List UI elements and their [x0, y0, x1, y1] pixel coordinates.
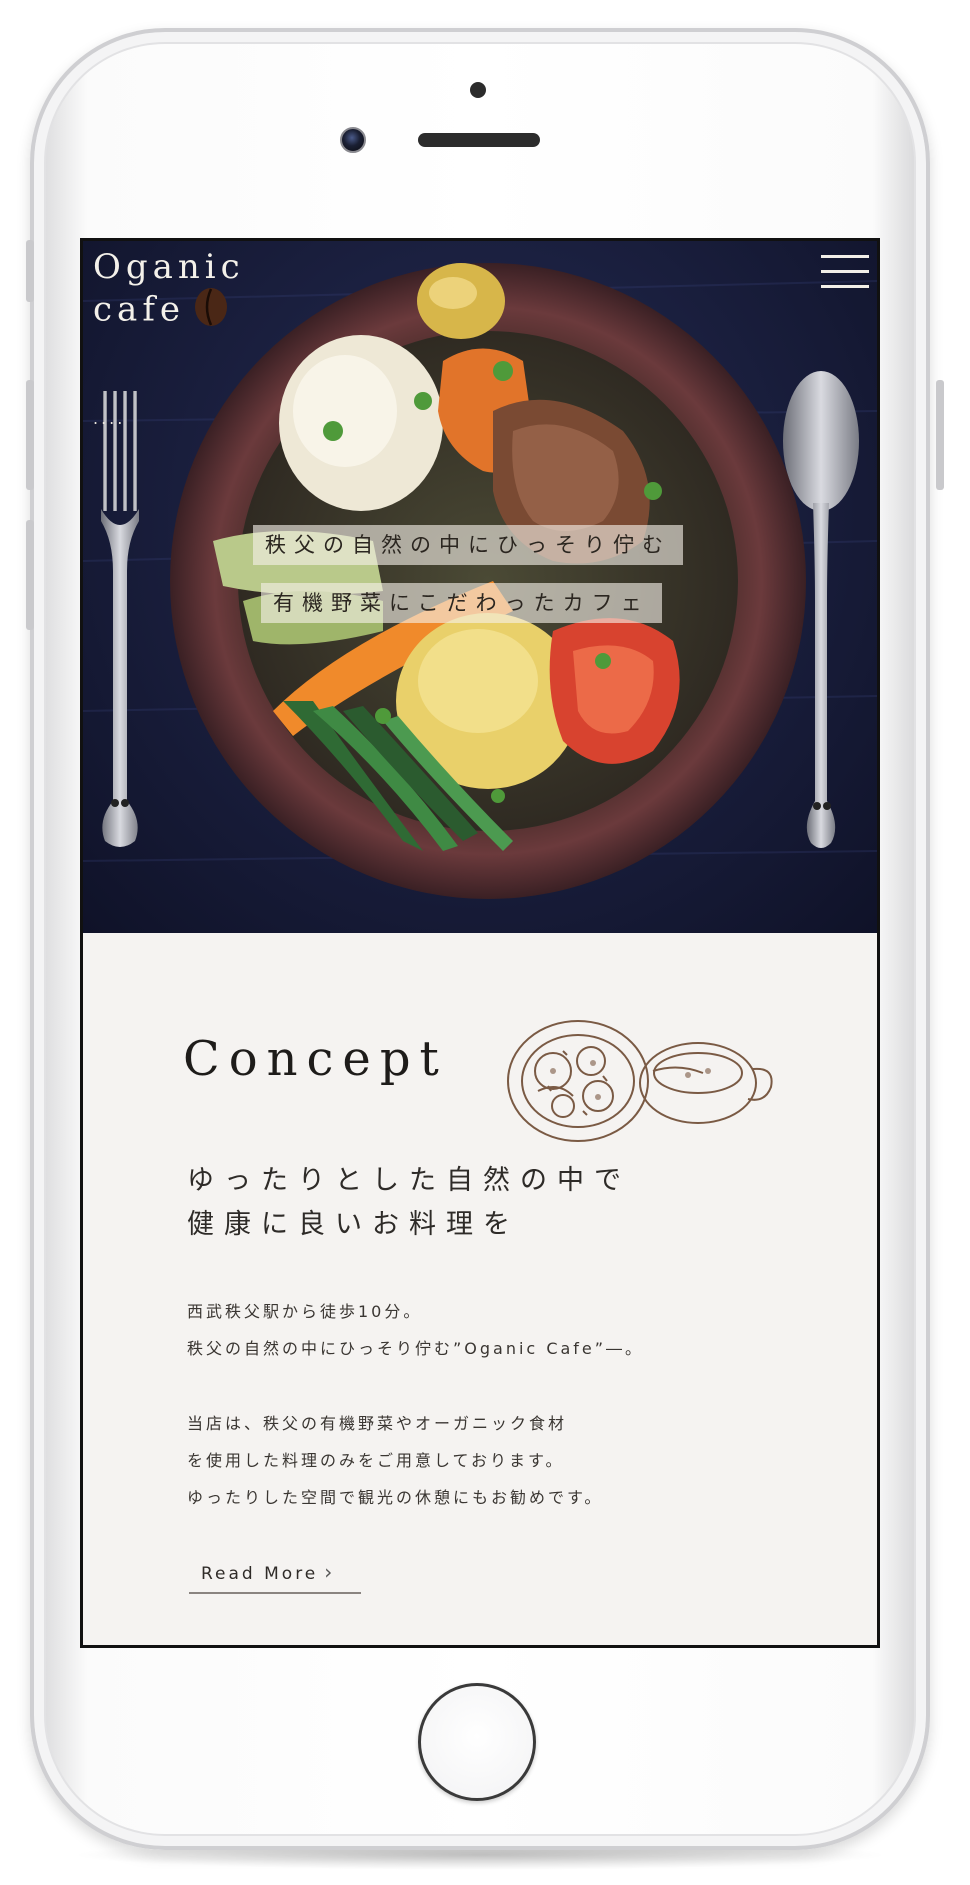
- para2-line-2: を使用した料理のみをご用意しております。: [187, 1451, 565, 1470]
- home-button[interactable]: [418, 1683, 536, 1801]
- concept-paragraph-1: 西武秩父駅から徒歩10分。 秩父の自然の中にひっそり佇む”Oganic Cafe…: [187, 1293, 644, 1367]
- chevron-right-icon: ›: [324, 1560, 336, 1584]
- mute-switch: [26, 240, 34, 302]
- site-logo[interactable]: Oganic cafe: [93, 247, 245, 336]
- volume-up-button: [26, 380, 34, 490]
- hamburger-menu-icon[interactable]: [821, 253, 869, 291]
- hero-tagline-2: 有機野菜にこだわったカフェ: [261, 583, 662, 623]
- lead-line-1: ゆったりとした自然の中で: [187, 1165, 631, 1196]
- lead-line-2: 健康に良いお料理を: [187, 1209, 520, 1240]
- logo-line-2: cafe: [93, 289, 186, 330]
- power-button: [936, 380, 944, 490]
- front-camera-icon: [340, 127, 366, 153]
- hero-dots: ....: [93, 409, 126, 428]
- para2-line-1: 当店は、秩父の有機野菜やオーガニック食材: [187, 1414, 568, 1433]
- food-illustration-icon: [507, 1020, 773, 1142]
- concept-section: Concept ゆったりとした自然の中で 健康に良いお料理を 西武秩父駅から徒歩…: [83, 933, 877, 1645]
- read-more-link[interactable]: Read More ›: [189, 1560, 361, 1594]
- hero-tagline-1: 秩父の自然の中にひっそり佇む: [253, 525, 683, 565]
- earpiece-speaker: [418, 133, 540, 147]
- read-more-label: Read More: [201, 1564, 319, 1584]
- para1-line-1: 西武秩父駅から徒歩10分。: [187, 1302, 423, 1321]
- logo-line-1: Oganic: [93, 247, 245, 287]
- sensor-dot: [470, 82, 486, 98]
- concept-heading: Concept: [183, 1031, 448, 1087]
- para1-line-2: 秩父の自然の中にひっそり佇む”Oganic Cafe”―。: [187, 1339, 645, 1358]
- coffee-bean-icon: [191, 287, 231, 336]
- para2-line-3: ゆったりした空間で観光の休憩にもお勧めです。: [187, 1488, 604, 1507]
- concept-lead: ゆったりとした自然の中で 健康に良いお料理を: [187, 1159, 631, 1247]
- fork-icon: [101, 391, 139, 847]
- volume-down-button: [26, 520, 34, 630]
- phone-screen: Oganic cafe .... 秩父の自然の中にひっそり佇む 有機野菜にこだわ…: [80, 238, 880, 1648]
- hero-section: Oganic cafe .... 秩父の自然の中にひっそり佇む 有機野菜にこだわ…: [83, 241, 877, 933]
- concept-paragraph-2: 当店は、秩父の有機野菜やオーガニック食材 を使用した料理のみをご用意しております…: [187, 1405, 603, 1516]
